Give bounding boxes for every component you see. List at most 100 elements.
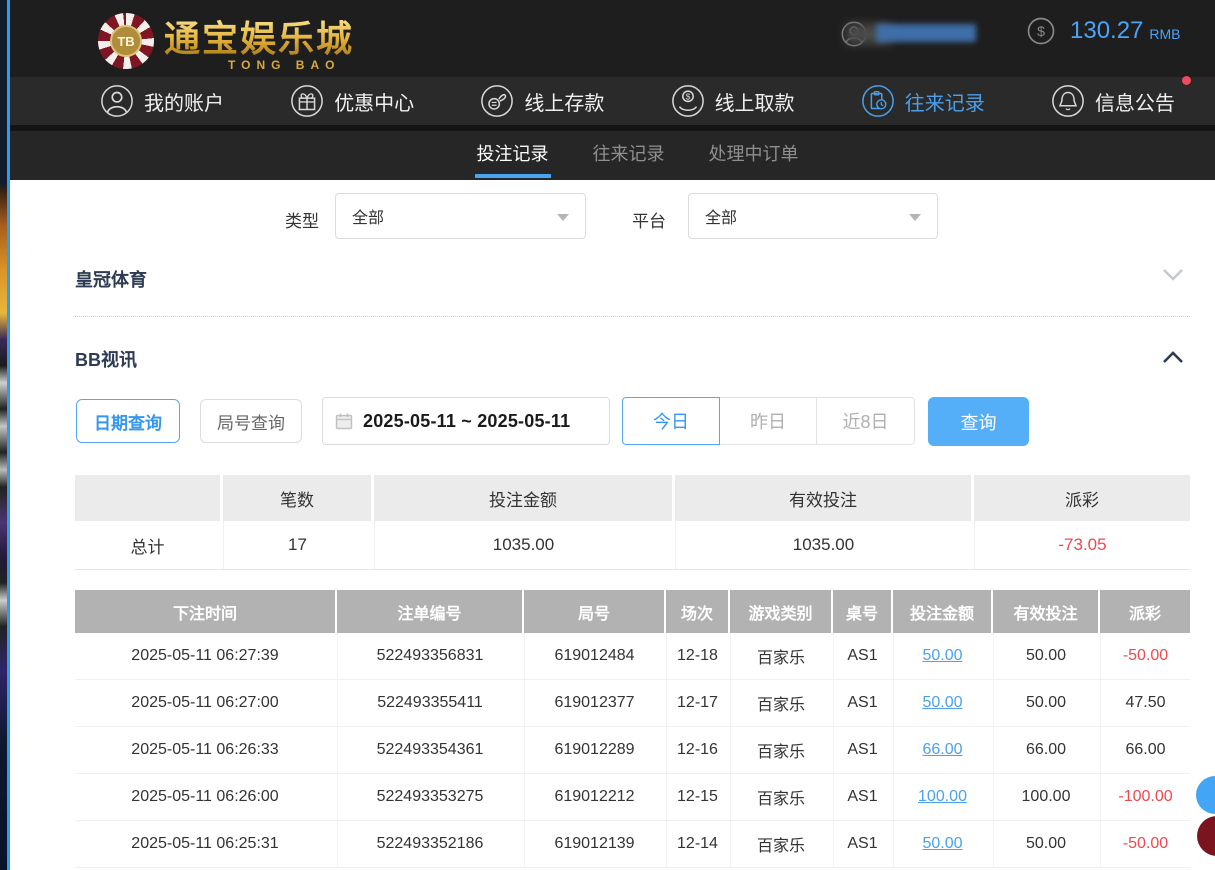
summary-bet-amount: 1035.00 [374, 521, 672, 569]
left-blue-border [7, 0, 10, 870]
summary-header-empty [75, 475, 220, 521]
background-page-sliver [0, 0, 7, 870]
col-payout: 派彩 [1100, 590, 1190, 633]
chevron-down-icon[interactable] [1162, 268, 1184, 282]
cell-table-number: AS1 [833, 821, 891, 867]
cell-bet-time: 2025-05-11 06:26:00 [75, 774, 335, 820]
balance-amount: 130.27 [1070, 17, 1143, 45]
cell-game-type: 百家乐 [730, 680, 831, 726]
main-nav: 我的账户 优惠中心 线上存款 [0, 77, 1215, 125]
cell-bet-time: 2025-05-11 06:27:39 [75, 633, 335, 679]
site-title: 通宝娱乐城 [164, 10, 354, 62]
chevron-up-icon[interactable] [1162, 350, 1184, 364]
site-subtitle: TONG BAO [228, 58, 354, 72]
cell-valid-bet: 100.00 [993, 774, 1098, 820]
svg-text:$: $ [685, 92, 690, 102]
cell-table-number: AS1 [833, 633, 891, 679]
cell-round-number: 619012139 [524, 821, 664, 867]
cell-round-number: 619012289 [524, 727, 664, 773]
platform-select[interactable]: 全部 [688, 193, 938, 239]
nav-item-deposit[interactable]: 线上存款 [480, 84, 604, 118]
nav-label: 线上存款 [524, 87, 604, 116]
site-logo[interactable]: TB 通宝娱乐城 TONG BAO [98, 10, 354, 72]
nav-label: 信息公告 [1095, 87, 1175, 116]
col-table-number: 桌号 [833, 590, 891, 633]
round-query-button[interactable]: 局号查询 [200, 399, 302, 443]
table-row: 2025-05-11 06:27:39 522493356831 6190124… [75, 633, 1190, 680]
chevron-down-icon [909, 214, 921, 221]
cell-bet-amount-link[interactable]: 66.00 [893, 727, 991, 773]
withdraw-icon: $ [671, 84, 705, 118]
nav-label: 优惠中心 [334, 87, 414, 116]
tab-pending-orders[interactable]: 处理中订单 [707, 131, 801, 180]
tab-transaction-records[interactable]: 往来记录 [591, 131, 667, 180]
cell-bet-time: 2025-05-11 06:26:33 [75, 727, 335, 773]
today-button[interactable]: 今日 [622, 397, 720, 445]
notification-badge [1182, 76, 1191, 85]
nav-item-promotions[interactable]: 优惠中心 [290, 84, 414, 118]
date-range-input[interactable]: 2025-05-11 ~ 2025-05-11 [322, 397, 610, 445]
cell-round-number: 619012484 [524, 633, 664, 679]
summary-total-label: 总计 [75, 521, 220, 569]
logo-text: 通宝娱乐城 TONG BAO [164, 10, 354, 72]
table-row: 2025-05-11 06:26:33 522493354361 6190122… [75, 727, 1190, 774]
balance[interactable]: $ 130.27 RMB [1026, 16, 1181, 46]
floating-service-button-red[interactable] [1197, 816, 1215, 856]
quick-date-group: 今日 昨日 近8日 [622, 397, 915, 445]
search-button[interactable]: 查询 [928, 397, 1029, 446]
cell-table-number: AS1 [833, 774, 891, 820]
cell-game-type: 百家乐 [730, 633, 831, 679]
summary-table: 笔数 投注金额 有效投注 派彩 总计 17 1035.00 1035.00 -7… [75, 475, 1190, 570]
table-row: 2025-05-11 06:26:00 522493353275 6190122… [75, 774, 1190, 821]
table-row: 2025-05-11 06:25:31 522493352186 6190121… [75, 821, 1190, 868]
summary-header-bet-amount: 投注金额 [374, 475, 672, 521]
bell-icon [1051, 84, 1085, 118]
summary-header-count: 笔数 [223, 475, 371, 521]
cell-bet-amount-link[interactable]: 100.00 [893, 774, 991, 820]
cell-bet-amount-link[interactable]: 50.00 [893, 821, 991, 867]
floating-service-button-blue[interactable] [1196, 776, 1215, 814]
type-select[interactable]: 全部 [335, 193, 586, 239]
cell-game-type: 百家乐 [730, 727, 831, 773]
cell-session: 12-16 [666, 727, 728, 773]
cell-bet-amount-link[interactable]: 50.00 [893, 633, 991, 679]
summary-header-valid-bet: 有效投注 [675, 475, 971, 521]
page: TB 通宝娱乐城 TONG BAO $ 130.27 RMB [0, 0, 1215, 870]
nav-item-withdraw[interactable]: $ 线上取款 [671, 84, 795, 118]
cell-game-type: 百家乐 [730, 821, 831, 867]
deposit-icon [480, 84, 514, 118]
summary-payout: -73.05 [974, 521, 1190, 569]
tab-bet-records[interactable]: 投注记录 [475, 131, 551, 180]
cell-bet-amount-link[interactable]: 50.00 [893, 680, 991, 726]
username-blurred [876, 24, 976, 44]
platform-select-value: 全部 [705, 204, 737, 228]
yesterday-button[interactable]: 昨日 [720, 397, 817, 445]
cell-order-number: 522493354361 [337, 727, 522, 773]
cell-order-number: 522493353275 [337, 774, 522, 820]
cell-session: 12-15 [666, 774, 728, 820]
table-header-row: 下注时间 注单编号 局号 场次 游戏类别 桌号 投注金额 有效投注 派彩 [75, 590, 1190, 633]
section-title-crown-sports: 皇冠体育 [75, 266, 147, 292]
cell-bet-time: 2025-05-11 06:25:31 [75, 821, 335, 867]
type-select-value: 全部 [352, 204, 384, 228]
cell-table-number: AS1 [833, 680, 891, 726]
col-valid-bet: 有效投注 [993, 590, 1098, 633]
nav-item-transaction-records[interactable]: 往来记录 [861, 84, 985, 118]
calendar-icon [335, 412, 353, 430]
last-8-days-button[interactable]: 近8日 [817, 397, 915, 445]
chevron-down-icon [557, 214, 569, 221]
nav-label: 我的账户 [144, 87, 224, 116]
cell-payout: -50.00 [1100, 821, 1190, 867]
cell-payout: 66.00 [1100, 727, 1190, 773]
summary-valid-bet: 1035.00 [675, 521, 971, 569]
col-bet-amount: 投注金额 [893, 590, 991, 633]
cell-valid-bet: 50.00 [993, 680, 1098, 726]
summary-header-payout: 派彩 [974, 475, 1190, 521]
nav-item-my-account[interactable]: 我的账户 [100, 84, 224, 118]
section-title-bb-video: BB视讯 [75, 346, 137, 372]
dotted-divider [75, 316, 1190, 317]
date-query-button[interactable]: 日期查询 [76, 399, 180, 443]
user-icon [100, 84, 134, 118]
nav-item-announcements[interactable]: 信息公告 [1051, 84, 1175, 118]
user-account[interactable] [840, 20, 976, 48]
